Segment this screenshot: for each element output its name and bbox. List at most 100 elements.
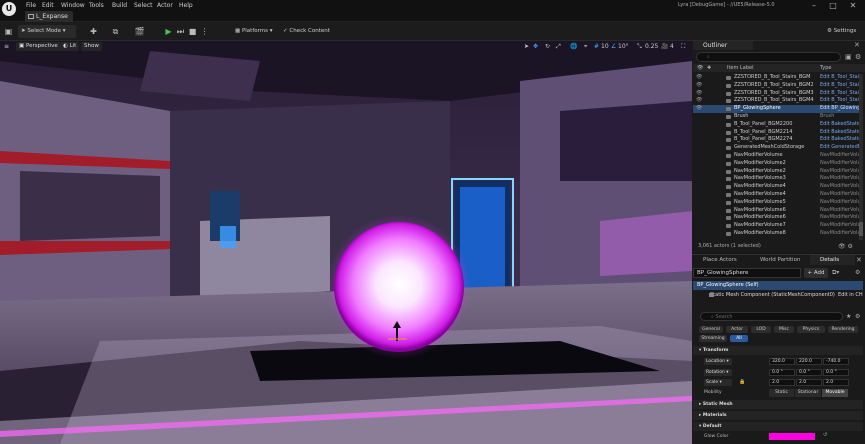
skip-icon[interactable]: ⏭ (175, 26, 186, 37)
filter-rendering[interactable]: Rendering (828, 326, 858, 333)
section-static-mesh[interactable]: ▸ Static Mesh (693, 400, 863, 409)
outliner-row[interactable]: NavModifierVolume8 NavModifierVolu (693, 230, 861, 238)
outliner-row[interactable]: B_Tool_Panel_BGM2200 Edit BakedStatic (693, 121, 861, 129)
filter-actor[interactable]: Actor (726, 326, 748, 333)
star-icon[interactable]: ★ (846, 313, 851, 320)
camera-speed-value[interactable]: 4 (670, 42, 674, 51)
select-mode-dropdown[interactable]: ➤ Select Mode ▾ (18, 25, 76, 38)
outliner-row[interactable]: NavModifierVolume5 NavModifierVolu (693, 199, 861, 207)
cinematics-icon[interactable]: 🎬 (134, 26, 145, 37)
angle-snap-icon[interactable]: ∠ (611, 42, 616, 51)
details-search-input[interactable]: ⌕ Search (700, 312, 843, 321)
outliner-row-type[interactable]: Edit B_Tool_Stai (820, 74, 859, 82)
edit-in-blueprint-link[interactable]: Edit in CH (838, 291, 863, 300)
blueprint-options-icon[interactable]: ⧉▾ (832, 269, 839, 277)
outliner-row-type[interactable]: Edit BakedStatic (820, 136, 861, 144)
mobility-static[interactable]: Static (769, 389, 794, 397)
rotation-z-field[interactable]: 0.0 ° (823, 369, 849, 376)
property-settings-icon[interactable]: ⚙ (855, 313, 860, 320)
add-component-button[interactable]: + Add (804, 268, 828, 278)
angle-snap-value[interactable]: 10° (618, 42, 629, 51)
stop-icon[interactable]: ■ (187, 26, 198, 37)
outliner-row[interactable]: B_Tool_Panel_BGM2214 Edit BakedStatic (693, 129, 861, 137)
pin-column-icon[interactable]: ✚ (707, 64, 711, 72)
filter-streaming[interactable]: Streaming (699, 335, 727, 342)
rotation-dropdown[interactable]: Rotation ▾ (704, 369, 732, 376)
outliner-row[interactable]: NavModifierVolume4 NavModifierVolu (693, 183, 861, 191)
outliner-row[interactable]: B_Tool_Panel_BGM2274 Edit BakedStatic (693, 136, 861, 144)
add-folder-icon[interactable]: ▣ (845, 53, 852, 61)
outliner-row[interactable]: NavModifierVolume6 NavModifierVolu (693, 207, 861, 215)
outliner-settings-icon[interactable]: ⚙ (855, 53, 861, 61)
save-icon[interactable]: ▣ (3, 26, 14, 37)
location-z-field[interactable]: -740.0 (823, 358, 849, 365)
actor-self-row[interactable]: BP_GlowingSphere (Self) (693, 281, 863, 290)
outliner-row[interactable]: NavModifierVolume4 NavModifierVolu (693, 191, 861, 199)
grid-snap-icon[interactable]: # (594, 42, 599, 51)
show-button[interactable]: Show (81, 42, 102, 51)
settings-button[interactable]: ⚙ Settings (824, 25, 862, 38)
outliner-row[interactable]: 👁 ZZSTORED_B_Tool_Stairs_BGM4 Edit B_Tool_… (693, 97, 861, 105)
lit-button[interactable]: ◐ Lit (60, 42, 80, 51)
reset-icon[interactable]: ↺ (823, 432, 827, 438)
scale-z-field[interactable]: 2.0 (823, 379, 849, 386)
visibility-eye-icon[interactable]: 👁 (696, 90, 702, 98)
mobility-stationary[interactable]: Stationar (795, 389, 821, 397)
details-settings-icon[interactable]: ⚙ (855, 269, 860, 276)
outliner-row[interactable]: NavModifierVolume2 NavModifierVolu (693, 168, 861, 176)
rotate-tool-icon[interactable]: ↻ (545, 42, 550, 51)
viewport-menu-icon[interactable]: ≡ (4, 42, 9, 51)
outliner-scrollbar[interactable] (859, 74, 863, 240)
platforms-button[interactable]: ▦ Platforms ▾ (232, 25, 273, 38)
filter-lod[interactable]: LOD (751, 326, 771, 333)
outliner-row[interactable]: GeneratedMeshColdStorage Edit GeneratedM (693, 144, 861, 152)
play-options-icon[interactable]: ⋮ (199, 26, 210, 37)
scale-x-field[interactable]: 2.0 (769, 379, 795, 386)
close-icon[interactable]: ✕ (856, 256, 862, 264)
tab-world-partition[interactable]: World Partition (750, 255, 808, 265)
outliner-row[interactable]: NavModifierVolume7 NavModifierVolu (693, 222, 861, 230)
close-button[interactable]: ✕ (845, 1, 861, 11)
lock-icon[interactable]: 🔒 (739, 379, 745, 385)
outliner-row-type[interactable]: Edit B_Tool_Stai (820, 97, 859, 105)
menu-tools[interactable]: Tools (89, 2, 104, 9)
outliner-row-type[interactable]: Edit B_Tool_Stai (820, 90, 859, 98)
menu-select[interactable]: Select (134, 2, 153, 9)
mobility-movable[interactable]: Movable (822, 389, 848, 397)
rotation-x-field[interactable]: 0.0 ° (769, 369, 795, 376)
location-dropdown[interactable]: Location ▾ (704, 358, 732, 365)
section-default[interactable]: ▾ Default (693, 422, 863, 431)
filter-all[interactable]: All (730, 335, 748, 342)
location-y-field[interactable]: 220.0 (796, 358, 822, 365)
outliner-row-type[interactable]: Edit BakedStatic (820, 129, 861, 137)
outliner-row[interactable]: NavModifierVolume2 NavModifierVolu (693, 160, 861, 168)
unreal-logo-icon[interactable]: U (2, 2, 16, 16)
rotation-y-field[interactable]: 0.0 ° (796, 369, 822, 376)
outliner-row[interactable]: 👁 ZZSTORED_B_Tool_Stairs_BGM3 Edit B_Tool_… (693, 90, 861, 98)
level-viewport[interactable] (0, 41, 692, 444)
minimize-button[interactable]: – (806, 1, 822, 11)
scale-tool-icon[interactable]: ⤢ (556, 42, 561, 51)
outliner-row[interactable]: NavModifierVolume NavModifierVolu (693, 152, 861, 160)
item-label-column[interactable]: Item Label (727, 64, 753, 72)
scale-snap-value[interactable]: 0.25 (645, 42, 658, 51)
perspective-button[interactable]: ▣ Perspective (16, 42, 61, 51)
outliner-search-input[interactable]: ⌕ (696, 52, 841, 62)
maximize-viewport-icon[interactable]: ⛶ (681, 42, 685, 51)
outliner-scroll-thumb[interactable] (859, 222, 863, 236)
visibility-eye-icon[interactable]: 👁 (696, 105, 702, 113)
outliner-row[interactable]: 👁 BP_GlowingSphere Edit BP_Glowing (693, 105, 861, 113)
surface-snap-icon[interactable]: ⌖ (584, 42, 587, 51)
filter-general[interactable]: General (699, 326, 723, 333)
visibility-eye-icon[interactable]: 👁 (696, 82, 702, 90)
menu-help[interactable]: Help (179, 2, 193, 9)
play-icon[interactable]: ▶ (163, 26, 174, 37)
outliner-row-type[interactable]: Edit BP_Glowing (820, 105, 860, 113)
filter-misc[interactable]: Misc (774, 326, 794, 333)
world-space-icon[interactable]: 🌐 (570, 42, 577, 51)
outliner-row[interactable]: NavModifierVolume3 NavModifierVolu (693, 175, 861, 183)
tab-place-actors[interactable]: Place Actors (693, 255, 748, 265)
menu-actor[interactable]: Actor (157, 2, 173, 9)
close-icon[interactable]: ✕ (854, 41, 860, 49)
type-column[interactable]: Type (820, 64, 831, 72)
